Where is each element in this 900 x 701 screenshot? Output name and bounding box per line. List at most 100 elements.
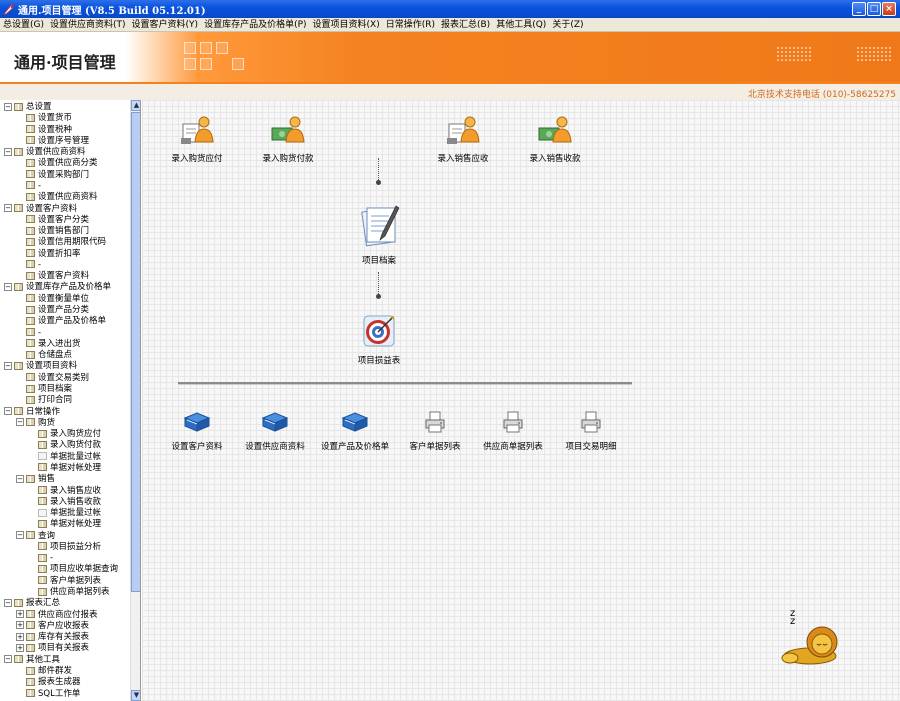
tree-scrollbar[interactable]: ▲ ▼	[130, 100, 140, 701]
collapse-icon[interactable]: −	[4, 598, 12, 607]
project-profit-shortcut[interactable]: 项目损益表	[346, 314, 412, 366]
sales-receipt-shortcut[interactable]: 录入销售收款	[522, 114, 588, 164]
tree-node[interactable]: + 库存有关报表	[16, 632, 89, 643]
tree-node[interactable]: 报表生成器	[16, 677, 81, 688]
tree-node[interactable]: 设置供应商分类	[16, 158, 98, 169]
menu-item[interactable]: 报表汇总(B)	[438, 18, 493, 32]
collapse-icon[interactable]: −	[4, 282, 12, 291]
tree-node[interactable]: + 客户应收报表	[16, 621, 89, 632]
tree-node[interactable]: 项目应收单据查询	[28, 564, 118, 575]
tree-node[interactable]: − 报表汇总	[4, 598, 60, 609]
tree-node[interactable]: 设置信用期限代码	[16, 237, 106, 248]
scroll-up-button[interactable]: ▲	[131, 100, 140, 111]
shortcut-item[interactable]: 设置客户资料	[160, 410, 234, 452]
shortcut-item[interactable]: 客户单据列表	[398, 410, 472, 452]
tree-node[interactable]: 录入购货应付	[28, 429, 101, 440]
tree-node[interactable]: 设置客户分类	[16, 215, 89, 226]
tree-node[interactable]: 设置货币	[16, 113, 72, 124]
tree-node[interactable]: − 其他工具	[4, 655, 60, 666]
tree-node[interactable]: 录入购货付款	[28, 440, 101, 451]
book-node-icon	[26, 158, 35, 167]
collapse-icon[interactable]: −	[4, 407, 12, 416]
tree-node[interactable]: -	[16, 260, 41, 271]
purchase-payable-shortcut[interactable]: 录入购货应付	[164, 114, 230, 164]
tree-node[interactable]: − 设置库存产品及价格单	[4, 282, 111, 293]
tree-node[interactable]: − 设置项目资料	[4, 361, 77, 372]
expand-icon[interactable]: +	[16, 632, 24, 641]
tree-node[interactable]: -	[28, 553, 53, 564]
navigation-tree[interactable]: − 总设置 设置货币 设置税种 设置序号管理 − 设置供应商资料 设置供应商分类 设置采购部门 -…	[0, 100, 141, 701]
shortcut-item[interactable]: 设置供应商资料	[238, 410, 312, 452]
tree-node[interactable]: -	[16, 181, 41, 192]
tree-node[interactable]: − 总设置	[4, 102, 52, 113]
tree-node[interactable]: − 设置客户资料	[4, 204, 77, 215]
tree-node[interactable]: 单据对帐处理	[28, 519, 101, 530]
tree-node[interactable]: + 供应商应付报表	[16, 610, 98, 621]
menu-item[interactable]: 其他工具(Q)	[493, 18, 549, 32]
tree-node[interactable]: − 销售	[16, 474, 55, 485]
tree-node[interactable]: 设置折扣率	[16, 249, 81, 260]
tree-node[interactable]: 设置衡量单位	[16, 294, 89, 305]
tree-node[interactable]: − 购货	[16, 418, 55, 429]
expand-icon[interactable]: +	[16, 610, 24, 619]
tree-node[interactable]: 录入销售应收	[28, 486, 101, 497]
tree-node[interactable]: SQL工作单	[16, 689, 80, 700]
tree-node[interactable]: 录入销售收款	[28, 497, 101, 508]
project-archive-shortcut[interactable]: 项目档案	[348, 204, 410, 266]
tree-node[interactable]: − 查询	[16, 531, 55, 542]
tree-node[interactable]: 打印合同	[16, 395, 72, 406]
tree-node[interactable]: 设置交易类别	[16, 373, 89, 384]
shortcut-item[interactable]: 项目交易明细	[554, 410, 628, 452]
scroll-thumb[interactable]	[131, 112, 140, 592]
tree-node[interactable]: 仓储盘点	[16, 350, 72, 361]
tree-node[interactable]: 设置供应商资料	[16, 192, 98, 203]
shortcut-item[interactable]: 供应商单据列表	[476, 410, 550, 452]
minimize-button[interactable]: _	[852, 2, 866, 16]
menu-item[interactable]: 设置项目资料(X)	[310, 18, 383, 32]
collapse-icon[interactable]: −	[4, 204, 12, 213]
menu-item[interactable]: 总设置(G)	[0, 18, 47, 32]
maximize-button[interactable]: □	[867, 2, 881, 16]
menu-item[interactable]: 设置库存产品及价格单(P)	[201, 18, 309, 32]
menu-item[interactable]: 设置客户资料(Y)	[129, 18, 202, 32]
tree-node[interactable]: 设置税种	[16, 125, 72, 136]
tree-node[interactable]: 单据批量过帐	[28, 452, 101, 463]
collapse-icon[interactable]: −	[16, 474, 24, 483]
tree-node[interactable]: 单据批量过帐	[28, 508, 101, 519]
tree-node[interactable]: 设置产品及价格单	[16, 316, 106, 327]
collapse-icon[interactable]: −	[4, 361, 12, 370]
tree-node[interactable]: + 项目有关报表	[16, 643, 89, 654]
tree-node[interactable]: 录入进出货	[16, 339, 81, 350]
printer-icon	[425, 411, 445, 433]
scroll-down-button[interactable]: ▼	[131, 690, 140, 701]
tree-node[interactable]: − 设置供应商资料	[4, 147, 86, 158]
shortcut-item[interactable]: 设置产品及价格单	[318, 410, 392, 452]
purchase-payment-shortcut[interactable]: 录入购货付款	[255, 114, 321, 164]
tree-node[interactable]: -	[16, 328, 41, 339]
sales-receivable-shortcut[interactable]: 录入销售应收	[430, 114, 496, 164]
tree-node[interactable]: − 日常操作	[4, 407, 60, 418]
tree-node[interactable]: 单据对帐处理	[28, 463, 101, 474]
tree-node[interactable]: 设置采购部门	[16, 170, 89, 181]
collapse-icon[interactable]: −	[4, 655, 12, 664]
close-button[interactable]: ×	[882, 2, 896, 16]
tree-node[interactable]: 供应商单据列表	[28, 587, 110, 598]
expand-icon[interactable]: +	[16, 621, 24, 630]
title-bar[interactable]: 通用.项目管理 (V8.5 Build 05.12.01) _ □ ×	[0, 0, 900, 18]
collapse-icon[interactable]: −	[4, 102, 12, 111]
collapse-icon[interactable]: −	[16, 418, 24, 427]
tree-node[interactable]: 邮件群发	[16, 666, 72, 677]
tree-node[interactable]: 项目档案	[16, 384, 72, 395]
tree-node[interactable]: 设置序号管理	[16, 136, 89, 147]
tree-node[interactable]: 客户单据列表	[28, 576, 101, 587]
tree-node[interactable]: 项目损益分析	[28, 542, 101, 553]
tree-node[interactable]: 设置产品分类	[16, 305, 89, 316]
collapse-icon[interactable]: −	[4, 147, 12, 156]
menu-item[interactable]: 设置供应商资料(T)	[47, 18, 129, 32]
expand-icon[interactable]: +	[16, 643, 24, 652]
collapse-icon[interactable]: −	[16, 531, 24, 540]
tree-node[interactable]: 设置客户资料	[16, 271, 89, 282]
menu-item[interactable]: 关于(Z)	[549, 18, 586, 32]
menu-item[interactable]: 日常操作(R)	[383, 18, 438, 32]
tree-node[interactable]: 设置销售部门	[16, 226, 89, 237]
